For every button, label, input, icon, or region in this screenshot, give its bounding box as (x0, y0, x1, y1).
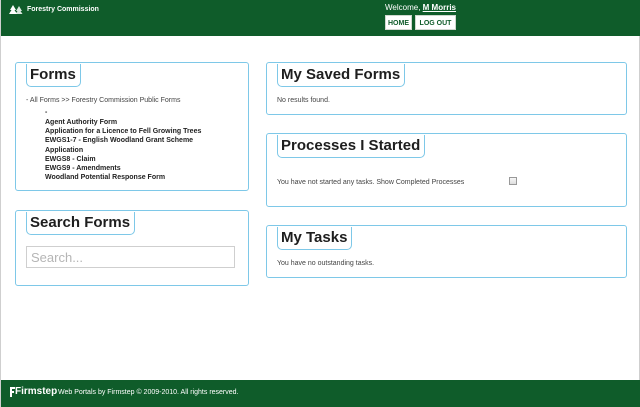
show-completed-checkbox[interactable] (509, 177, 517, 185)
forms-panel: Forms - All Forms >> Forestry Commission… (15, 62, 249, 191)
logo-text: Forestry Commission (27, 6, 99, 13)
home-button[interactable]: HOME (385, 15, 412, 30)
forestry-commission-logo[interactable]: Forestry Commission (9, 4, 99, 15)
user-name-link[interactable]: M Morris (423, 3, 456, 12)
form-list-item[interactable]: Agent Authority Form (45, 118, 201, 127)
my-tasks-panel: My Tasks You have no outstanding tasks. (266, 225, 627, 278)
form-list-item[interactable]: Application (45, 146, 201, 155)
logout-button[interactable]: LOG OUT (415, 15, 456, 30)
form-list-item: - (45, 109, 48, 116)
processes-message: You have not started any tasks. Show Com… (277, 179, 464, 186)
form-list-item[interactable]: Woodland Potential Response Form (45, 173, 201, 182)
tasks-message: You have no outstanding tasks. (277, 260, 375, 267)
saved-forms-panel: My Saved Forms No results found. (266, 62, 627, 115)
form-list-item[interactable]: Application for a Licence to Fell Growin… (45, 127, 201, 136)
footer-copyright: Web Portals by Firmstep © 2009-2010. All… (58, 389, 239, 396)
processes-panel: Processes I Started You have not started… (266, 133, 627, 207)
forms-panel-title: Forms (26, 64, 81, 87)
form-list-item[interactable]: EWGS1-7 - English Woodland Grant Scheme (45, 136, 201, 145)
form-list-item[interactable]: EWGS9 - Amendments (45, 164, 201, 173)
show-completed-label: Show Completed Processes (376, 179, 465, 186)
saved-forms-message: No results found. (277, 97, 330, 104)
welcome-prefix: Welcome, (385, 3, 421, 12)
welcome-message: Welcome, M Morris (385, 3, 456, 12)
breadcrumb-current[interactable]: Forestry Commission Public Forms (72, 97, 181, 104)
search-forms-panel: Search Forms (15, 210, 249, 286)
processes-panel-title: Processes I Started (277, 135, 426, 158)
form-list: - Agent Authority Form Application for a… (45, 109, 201, 182)
search-input[interactable] (26, 246, 235, 268)
breadcrumb: - All Forms >> Forestry Commission Publi… (26, 97, 180, 104)
site-footer: Firmstep Web Portals by Firmstep © 2009-… (1, 380, 640, 407)
firmstep-logo[interactable]: Firmstep (9, 386, 57, 397)
tasks-panel-title: My Tasks (277, 227, 353, 250)
form-list-item[interactable]: EWGS8 - Claim (45, 155, 201, 164)
footer-logo-text: Firmstep (15, 386, 58, 397)
saved-panel-title: My Saved Forms (277, 64, 406, 87)
site-header: Forestry Commission Welcome, M Morris HO… (1, 0, 640, 36)
tree-logo-icon (9, 5, 23, 14)
breadcrumb-separator: >> (61, 97, 70, 104)
breadcrumb-all-forms[interactable]: - All Forms (26, 97, 59, 104)
search-panel-title: Search Forms (26, 212, 136, 235)
processes-status-text: You have not started any tasks. (277, 179, 375, 186)
